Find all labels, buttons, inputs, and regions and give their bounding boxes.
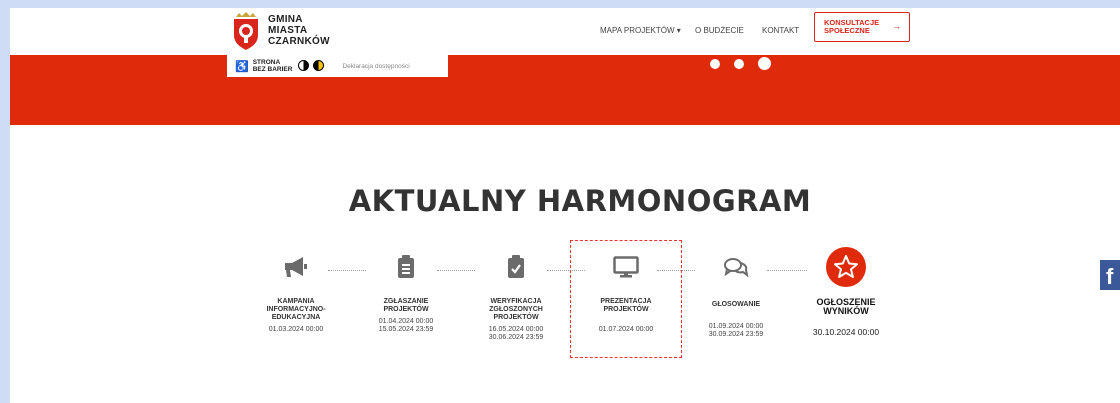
step-title-line: PREZENTACJA (600, 298, 652, 305)
step-title: WERYFIKACJA ZGŁOSZONYCH PROJEKTÓW (466, 298, 566, 322)
step-title-line: INFORMACYJNO- (266, 306, 326, 313)
step-verification: WERYFIKACJA ZGŁOSZONYCH PROJEKTÓW 16.05.… (466, 246, 566, 342)
wheelchair-icon: ♿ (235, 60, 249, 73)
step-date-line: 16.05.2024 00:00 (488, 326, 544, 333)
slider-dot[interactable] (710, 58, 720, 69)
clipboard-check-icon (466, 246, 566, 288)
step-title-line: KAMPANIA (277, 298, 315, 305)
step-title: PREZENTACJA PROJEKTÓW (576, 298, 676, 314)
consultations-button[interactable]: KONSULTACJE SPOŁECZNE → (814, 12, 910, 42)
accessibility-declaration-link[interactable]: Deklaracja dostępności (342, 63, 409, 70)
step-title-line: GŁOSOWANIE (711, 301, 761, 308)
step-campaign: KAMPANIA INFORMACYJNO- EDUKACYJNA 01.03.… (246, 246, 346, 334)
logo-text: GMINA MIASTA CZARNKÓW (268, 14, 330, 47)
facebook-icon[interactable]: f (1100, 260, 1120, 290)
step-date: 16.05.2024 00:00 30.06.2024 23:59 (466, 326, 566, 342)
step-date-line: 01.04.2024 00:00 (378, 318, 434, 325)
schedule-heading: AKTUALNY HARMONOGRAM (348, 184, 812, 218)
step-voting: GŁOSOWANIE 01.09.2024 00:00 30.09.2024 2… (686, 246, 786, 339)
step-date: 01.03.2024 00:00 (268, 326, 324, 333)
hero-banner (10, 55, 1120, 125)
step-date-line: 15.05.2024 23:59 (378, 326, 434, 333)
nav-contact[interactable]: KONTAKT (762, 26, 799, 35)
step-date-line: 30.09.2024 23:59 (708, 331, 764, 338)
step-date: 01.07.2024 00:00 (598, 326, 654, 333)
coat-of-arms-icon (230, 11, 262, 51)
logo-line: CZARNKÓW (268, 36, 330, 47)
star-icon (796, 246, 896, 288)
step-title-line: ZGŁASZANIE (383, 298, 429, 305)
accessibility-label-line: BEZ BARIER (252, 66, 293, 73)
step-title: KAMPANIA INFORMACYJNO- EDUKACYJNA (246, 298, 346, 322)
step-date-line: 01.09.2024 00:00 (708, 323, 764, 330)
slider-dots (710, 57, 771, 70)
accessibility-label-line: STRONA (252, 59, 281, 66)
step-date: 30.10.2024 00:00 (812, 327, 880, 337)
clipboard-list-icon (356, 246, 456, 288)
arrow-right-icon: → (892, 21, 901, 31)
logo-line: GMINA (268, 14, 303, 25)
step-title-line: PROJEKTÓW (603, 306, 649, 313)
step-title: OGŁOSZENIE WYNIKÓW (796, 298, 896, 316)
megaphone-icon (246, 246, 346, 288)
page: GMINA MIASTA CZARNKÓW MAPA PROJEKTÓW ▾ O… (10, 8, 1120, 403)
contrast-toggle-icon[interactable] (298, 59, 310, 73)
chat-bubbles-icon (686, 246, 786, 288)
nav-about-budget[interactable]: O BUDŻECIE (695, 26, 744, 35)
step-submission: ZGŁASZANIE PROJEKTÓW 01.04.2024 00:00 15… (356, 246, 456, 334)
step-title-line: WYNIKÓW (823, 306, 869, 316)
step-title-line: WERYFIKACJA (490, 298, 542, 305)
site-logo[interactable]: GMINA MIASTA CZARNKÓW (230, 8, 330, 53)
contrast-yellow-icon[interactable] (313, 59, 325, 73)
slider-dot[interactable] (734, 58, 744, 69)
step-title: ZGŁASZANIE PROJEKTÓW (356, 298, 456, 314)
step-date: 01.04.2024 00:00 15.05.2024 23:59 (356, 318, 456, 334)
monitor-icon (576, 246, 676, 288)
nav-map-projects[interactable]: MAPA PROJEKTÓW ▾ (600, 26, 681, 35)
slider-dot-active[interactable] (758, 57, 771, 70)
accessibility-bar: ♿ STRONA BEZ BARIER Deklaracja dostępnoś… (227, 55, 448, 77)
step-title-line: PROJEKTÓW (383, 306, 429, 313)
accessibility-label: STRONA BEZ BARIER (253, 59, 293, 73)
step-date-line: 30.06.2024 23:59 (488, 334, 544, 341)
step-results: OGŁOSZENIE WYNIKÓW 30.10.2024 00:00 (796, 246, 896, 336)
top-navigation-bar: GMINA MIASTA CZARNKÓW MAPA PROJEKTÓW ▾ O… (10, 8, 1120, 55)
step-title-line: PROJEKTÓW (493, 314, 539, 321)
step-date: 01.09.2024 00:00 30.09.2024 23:59 (686, 323, 786, 339)
step-presentation: PREZENTACJA PROJEKTÓW 01.07.2024 00:00 (576, 246, 676, 334)
logo-line: MIASTA (268, 25, 308, 36)
step-title: GŁOSOWANIE (686, 301, 786, 309)
step-title-line: ZGŁOSZONYCH (489, 306, 543, 313)
step-title-line: EDUKACYJNA (271, 314, 321, 321)
